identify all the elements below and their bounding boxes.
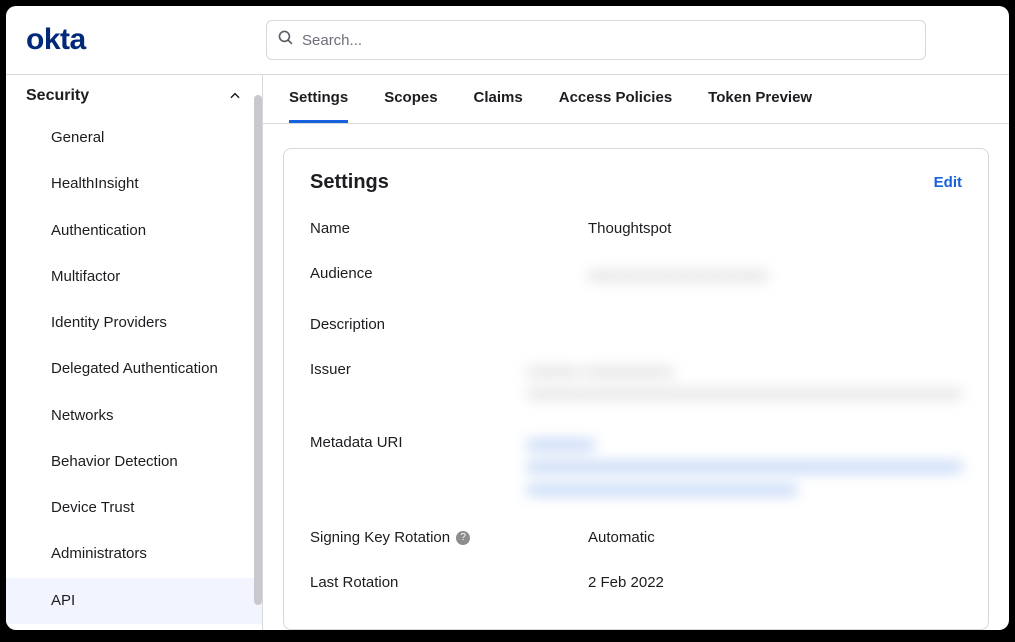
value-signing: Automatic [588, 529, 962, 546]
value-issuer: xxxxxxx xxxxxxxxxxxxxxxxxxxxxxxxxxxxxxxx… [527, 361, 962, 406]
search-icon [277, 29, 294, 51]
search-field[interactable] [266, 20, 926, 60]
sidebar-item-api[interactable]: API [6, 578, 262, 624]
sidebar: Security General HealthInsight Authentic… [6, 75, 263, 630]
search-input[interactable] [302, 32, 915, 49]
sidebar-item-delegated-authentication[interactable]: Delegated Authentication [6, 346, 262, 392]
content-area: Security General HealthInsight Authentic… [6, 75, 1009, 630]
sidebar-item-authentication[interactable]: Authentication [6, 208, 262, 254]
sidebar-items: General HealthInsight Authentication Mul… [6, 115, 262, 624]
settings-panel: Settings Edit Name Thoughtspot Audience … [283, 148, 989, 630]
panel-header: Settings Edit [310, 171, 962, 194]
okta-logo: okta [26, 23, 266, 57]
help-icon[interactable]: ? [456, 531, 470, 545]
chevron-up-icon [228, 89, 242, 103]
tab-claims[interactable]: Claims [474, 75, 523, 123]
label-signing: Signing Key Rotation ? [310, 529, 588, 546]
row-metadata: Metadata URI xxxxxxxxxxxxxxxxxxxxxxxxxxx… [310, 434, 962, 502]
sidebar-item-device-trust[interactable]: Device Trust [6, 485, 262, 531]
label-last-rotation: Last Rotation [310, 574, 588, 591]
sidebar-item-multifactor[interactable]: Multifactor [6, 254, 262, 300]
label-issuer: Issuer [310, 361, 527, 378]
label-name: Name [310, 220, 588, 237]
main-area: Settings Scopes Claims Access Policies T… [263, 75, 1009, 630]
top-bar: okta [6, 6, 1009, 75]
app-frame: okta Security [6, 6, 1009, 630]
label-description: Description [310, 316, 588, 333]
panel-title: Settings [310, 171, 389, 194]
value-name: Thoughtspot [588, 220, 962, 237]
tab-settings[interactable]: Settings [289, 75, 348, 123]
sidebar-item-networks[interactable]: Networks [6, 393, 262, 439]
row-signing: Signing Key Rotation ? Automatic [310, 529, 962, 546]
sidebar-header-label: Security [26, 87, 89, 105]
edit-button[interactable]: Edit [934, 174, 962, 191]
sidebar-item-behavior-detection[interactable]: Behavior Detection [6, 439, 262, 485]
row-description: Description [310, 316, 962, 333]
panel-wrap: Settings Edit Name Thoughtspot Audience … [263, 124, 1009, 630]
sidebar-item-identity-providers[interactable]: Identity Providers [6, 300, 262, 346]
search-wrapper [266, 20, 926, 60]
value-audience: xxxxxxxxxxxxxxxxxxxxxxxx [588, 265, 962, 288]
tab-access-policies[interactable]: Access Policies [559, 75, 672, 123]
row-last-rotation: Last Rotation 2 Feb 2022 [310, 574, 962, 591]
sidebar-scrollbar[interactable] [254, 95, 262, 605]
row-audience: Audience xxxxxxxxxxxxxxxxxxxxxxxx [310, 265, 962, 288]
value-last-rotation: 2 Feb 2022 [588, 574, 962, 591]
label-audience: Audience [310, 265, 588, 282]
tab-scopes[interactable]: Scopes [384, 75, 437, 123]
tab-token-preview[interactable]: Token Preview [708, 75, 812, 123]
row-issuer: Issuer xxxxxxx xxxxxxxxxxxxxxxxxxxxxxxxx… [310, 361, 962, 406]
tab-bar: Settings Scopes Claims Access Policies T… [263, 75, 1009, 124]
sidebar-header-security[interactable]: Security [6, 75, 262, 115]
sidebar-item-administrators[interactable]: Administrators [6, 531, 262, 577]
sidebar-item-healthinsight[interactable]: HealthInsight [6, 161, 262, 207]
row-name: Name Thoughtspot [310, 220, 962, 237]
sidebar-item-general[interactable]: General [6, 115, 262, 161]
value-metadata[interactable]: xxxxxxxxxxxxxxxxxxxxxxxxxxxxxxxxxxxxxxxx… [527, 434, 962, 502]
label-metadata: Metadata URI [310, 434, 527, 451]
